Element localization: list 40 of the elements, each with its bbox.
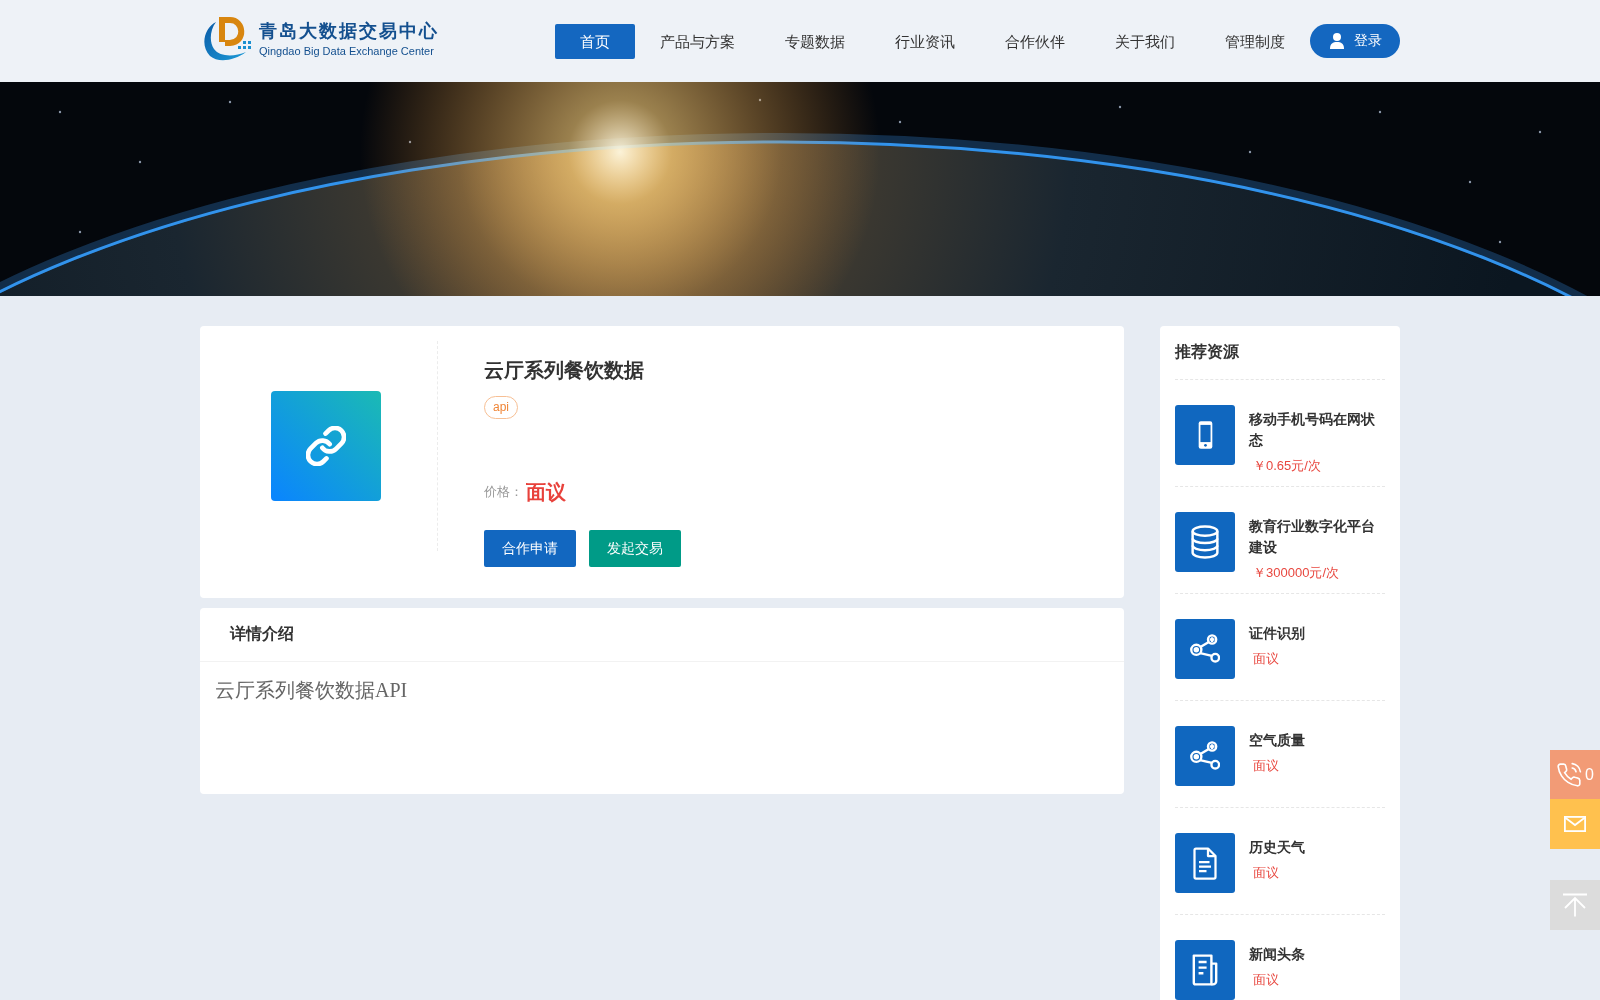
resource-name[interactable]: 证件识别 [1249, 623, 1305, 644]
document-icon[interactable] [1175, 833, 1235, 893]
nav-link[interactable]: 产品与方案 [635, 23, 760, 59]
share-nodes-icon[interactable] [1175, 726, 1235, 786]
up-arrow-icon [1562, 893, 1588, 917]
details-heading: 详情介绍 [230, 624, 294, 644]
price-value: 面议 [526, 480, 566, 505]
resource-price: 面议 [1252, 757, 1279, 775]
resource-name[interactable]: 教育行业数字化平台建设 [1249, 516, 1385, 558]
logo-subtitle: Qingdao Big Data Exchange Center [259, 45, 434, 58]
nav-link[interactable]: 首页 [555, 23, 635, 59]
resource-price: 面议 [1252, 650, 1279, 668]
phone-icon [1557, 762, 1582, 787]
nav-link[interactable]: 关于我们 [1090, 23, 1200, 59]
share-nodes-icon[interactable] [1175, 619, 1235, 679]
database-icon[interactable] [1175, 512, 1235, 572]
link-icon [271, 391, 381, 501]
login-button[interactable]: 登录 [1310, 24, 1400, 58]
mail-icon [1564, 816, 1586, 832]
resource-name[interactable]: 新闻头条 [1249, 944, 1305, 965]
resource-name[interactable]: 历史天气 [1249, 837, 1305, 858]
nav-link[interactable]: 合作伙伴 [980, 23, 1090, 59]
resource-price: 面议 [1252, 971, 1279, 989]
action-button[interactable]: 合作申请 [484, 530, 576, 567]
resource-price: ￥300000元/次 [1252, 564, 1339, 582]
details-text: 云厅系列餐饮数据API [215, 678, 408, 703]
price-label: 价格： [484, 483, 523, 501]
panel-title: 推荐资源 [1175, 342, 1239, 362]
newspaper-icon[interactable] [1175, 940, 1235, 1000]
resource-price: ￥0.65元/次 [1252, 457, 1321, 475]
resource-name[interactable]: 空气质量 [1249, 730, 1305, 751]
logo-title: 青岛大数据交易中心 [259, 20, 439, 42]
nav-link[interactable]: 行业资讯 [870, 23, 980, 59]
user-icon [1328, 33, 1345, 49]
nav-link[interactable]: 专题数据 [760, 23, 870, 59]
product-title: 云厅系列餐饮数据 [484, 358, 644, 383]
nav-link[interactable]: 管理制度 [1200, 23, 1310, 59]
resource-name[interactable]: 移动手机号码在网状态 [1249, 409, 1385, 451]
resource-price: 面议 [1252, 864, 1279, 882]
mobile-phone-icon[interactable] [1175, 405, 1235, 465]
